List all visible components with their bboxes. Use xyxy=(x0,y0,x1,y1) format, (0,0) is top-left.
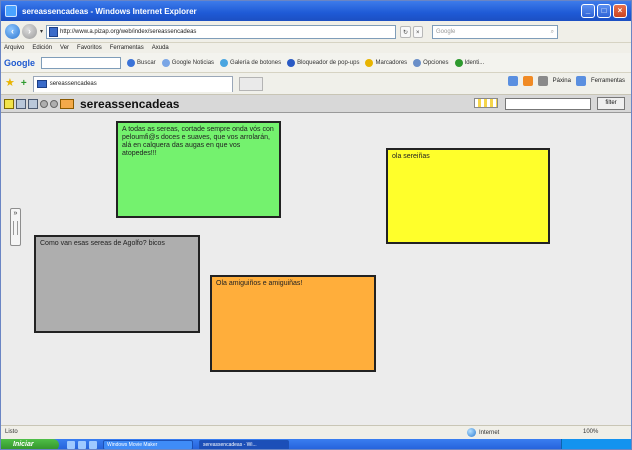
status-text: Listo xyxy=(5,429,18,435)
history-dropdown-icon[interactable]: ▾ xyxy=(40,28,43,35)
menu-view[interactable]: Ver xyxy=(60,45,69,51)
filter-button[interactable]: filter xyxy=(597,97,625,110)
quick-launch xyxy=(67,441,97,449)
expand-arrows-icon: » xyxy=(13,210,18,217)
zone-label: Internet xyxy=(479,429,500,436)
menu-edit[interactable]: Edición xyxy=(32,45,52,51)
app-header: sereassencadeas filter xyxy=(1,95,631,113)
window-title: sereassencadeas - Windows Internet Explo… xyxy=(22,6,197,16)
google-toolbar: Google Buscar Google Noticias Galería de… xyxy=(1,53,631,73)
taskbar: Iniciar Windows Movie Maker sereassencad… xyxy=(1,439,631,449)
undo-icon[interactable] xyxy=(40,99,48,108)
system-tray xyxy=(561,439,631,449)
color-picker[interactable] xyxy=(474,98,498,108)
tab-label: sereassencadeas xyxy=(49,81,97,87)
search-placeholder: Google xyxy=(436,28,456,35)
ie-icon xyxy=(5,5,17,17)
news-icon xyxy=(161,58,170,67)
refresh-icon[interactable] xyxy=(28,98,38,109)
address-actions: ↻ × xyxy=(400,25,423,39)
add-favorite-icon[interactable]: + xyxy=(21,78,27,89)
desktop-icon[interactable] xyxy=(78,441,86,449)
url-text: http://www.a.pizap.org/web/index/sereass… xyxy=(60,28,197,35)
page-menu[interactable]: Páxina xyxy=(553,78,571,84)
media-icon[interactable] xyxy=(89,441,97,449)
forward-button[interactable]: › xyxy=(22,24,37,39)
note-text: Como van esas sereas de Agolfo? bicos xyxy=(40,240,165,247)
print-icon[interactable] xyxy=(537,76,548,86)
security-zone: Internet xyxy=(467,428,499,437)
search-icon xyxy=(127,58,135,67)
sticky-note[interactable]: A todas as sereas, cortade sempre onda v… xyxy=(116,121,281,218)
note-text: ola sereiñas xyxy=(392,153,430,160)
browser-window: sereassencadeas - Windows Internet Explo… xyxy=(0,0,632,450)
tools-menu[interactable]: Ferramentas xyxy=(591,78,625,84)
sign-in-button[interactable]: Identi... xyxy=(454,58,484,67)
menu-help[interactable]: Axuda xyxy=(152,45,169,51)
star-icon xyxy=(365,58,374,67)
stop-button[interactable]: × xyxy=(413,25,423,38)
google-news-button[interactable]: Google Noticias xyxy=(161,58,214,67)
tab-active[interactable]: sereassencadeas xyxy=(32,75,233,92)
globe-icon xyxy=(467,428,476,437)
blocker-icon xyxy=(287,58,296,67)
gallery-icon xyxy=(220,58,229,67)
search-icon[interactable]: ⌕ xyxy=(551,26,554,38)
sticky-note[interactable]: ola sereiñas xyxy=(386,148,550,244)
search-input[interactable]: Google ⌕ xyxy=(432,24,559,39)
taskbar-item[interactable]: Windows Movie Maker xyxy=(103,440,193,449)
favorites-star-icon[interactable]: ★ xyxy=(5,78,15,89)
popup-blocker[interactable]: Bloqueador de pop-ups xyxy=(287,58,359,67)
menu-favorites[interactable]: Favoritos xyxy=(77,45,102,51)
tabs-bar: ★ + sereassencadeas Páxina Ferramentas xyxy=(1,73,631,95)
refresh-button[interactable]: ↻ xyxy=(400,25,412,38)
new-tab-button[interactable] xyxy=(238,76,263,91)
page-title: sereassencadeas xyxy=(80,96,180,111)
google-search-input[interactable] xyxy=(41,56,121,69)
title-bar: sereassencadeas - Windows Internet Explo… xyxy=(1,1,631,21)
sticky-note[interactable]: Como van esas sereas de Agolfo? bicos xyxy=(34,235,200,333)
ie-launch-icon[interactable] xyxy=(67,441,75,449)
google-search-button[interactable]: Buscar xyxy=(127,58,156,67)
note-text: Ola amiguiños e amiguiñas! xyxy=(216,280,303,287)
wrench-icon xyxy=(413,58,422,67)
page-icon xyxy=(49,26,59,37)
sticky-note[interactable]: Ola amiguiños e amiguiñas! xyxy=(210,275,376,372)
url-field[interactable]: http://www.a.pizap.org/web/index/sereass… xyxy=(46,24,397,39)
back-button[interactable]: ‹ xyxy=(5,24,20,39)
zoom-level[interactable]: 100% xyxy=(583,429,598,435)
button-gallery[interactable]: Galería de botones xyxy=(220,58,281,67)
notes-canvas: » A todas as sereas, cortade sempre onda… xyxy=(1,113,631,425)
grip-icon xyxy=(13,221,18,235)
minimize-button[interactable]: _ xyxy=(581,4,595,18)
filter-input[interactable] xyxy=(505,98,591,110)
save-icon[interactable] xyxy=(16,98,26,109)
menu-bar: Arquivo Edición Ver Favoritos Ferramenta… xyxy=(1,43,631,53)
start-button[interactable]: Iniciar xyxy=(1,439,59,449)
menu-file[interactable]: Arquivo xyxy=(4,45,24,51)
home-icon[interactable] xyxy=(507,76,518,86)
mail-icon[interactable] xyxy=(60,98,74,109)
command-bar: Páxina Ferramentas xyxy=(507,76,625,86)
bookmarks-button[interactable]: Marcadores xyxy=(365,58,407,67)
address-bar: ‹ › ▾ http://www.a.pizap.org/web/index/s… xyxy=(1,21,631,43)
status-bar: Listo Internet 100% xyxy=(1,425,631,439)
close-button[interactable]: × xyxy=(613,4,627,18)
options-button[interactable]: Opciones xyxy=(413,58,449,67)
window-controls: _ □ × xyxy=(581,4,627,18)
new-note-icon[interactable] xyxy=(4,98,14,109)
feeds-icon[interactable] xyxy=(522,76,533,86)
menu-tools[interactable]: Ferramentas xyxy=(110,45,144,51)
google-logo: Google xyxy=(4,57,35,68)
tools-icon xyxy=(575,76,586,86)
note-text: A todas as sereas, cortade sempre onda v… xyxy=(122,126,274,157)
side-panel-handle[interactable]: » xyxy=(10,208,21,246)
redo-icon[interactable] xyxy=(50,99,58,108)
maximize-button[interactable]: □ xyxy=(597,4,611,18)
user-icon xyxy=(454,58,463,67)
taskbar-item-active[interactable]: sereassencadeas - Wi... xyxy=(199,440,289,449)
tab-page-icon xyxy=(36,80,47,88)
